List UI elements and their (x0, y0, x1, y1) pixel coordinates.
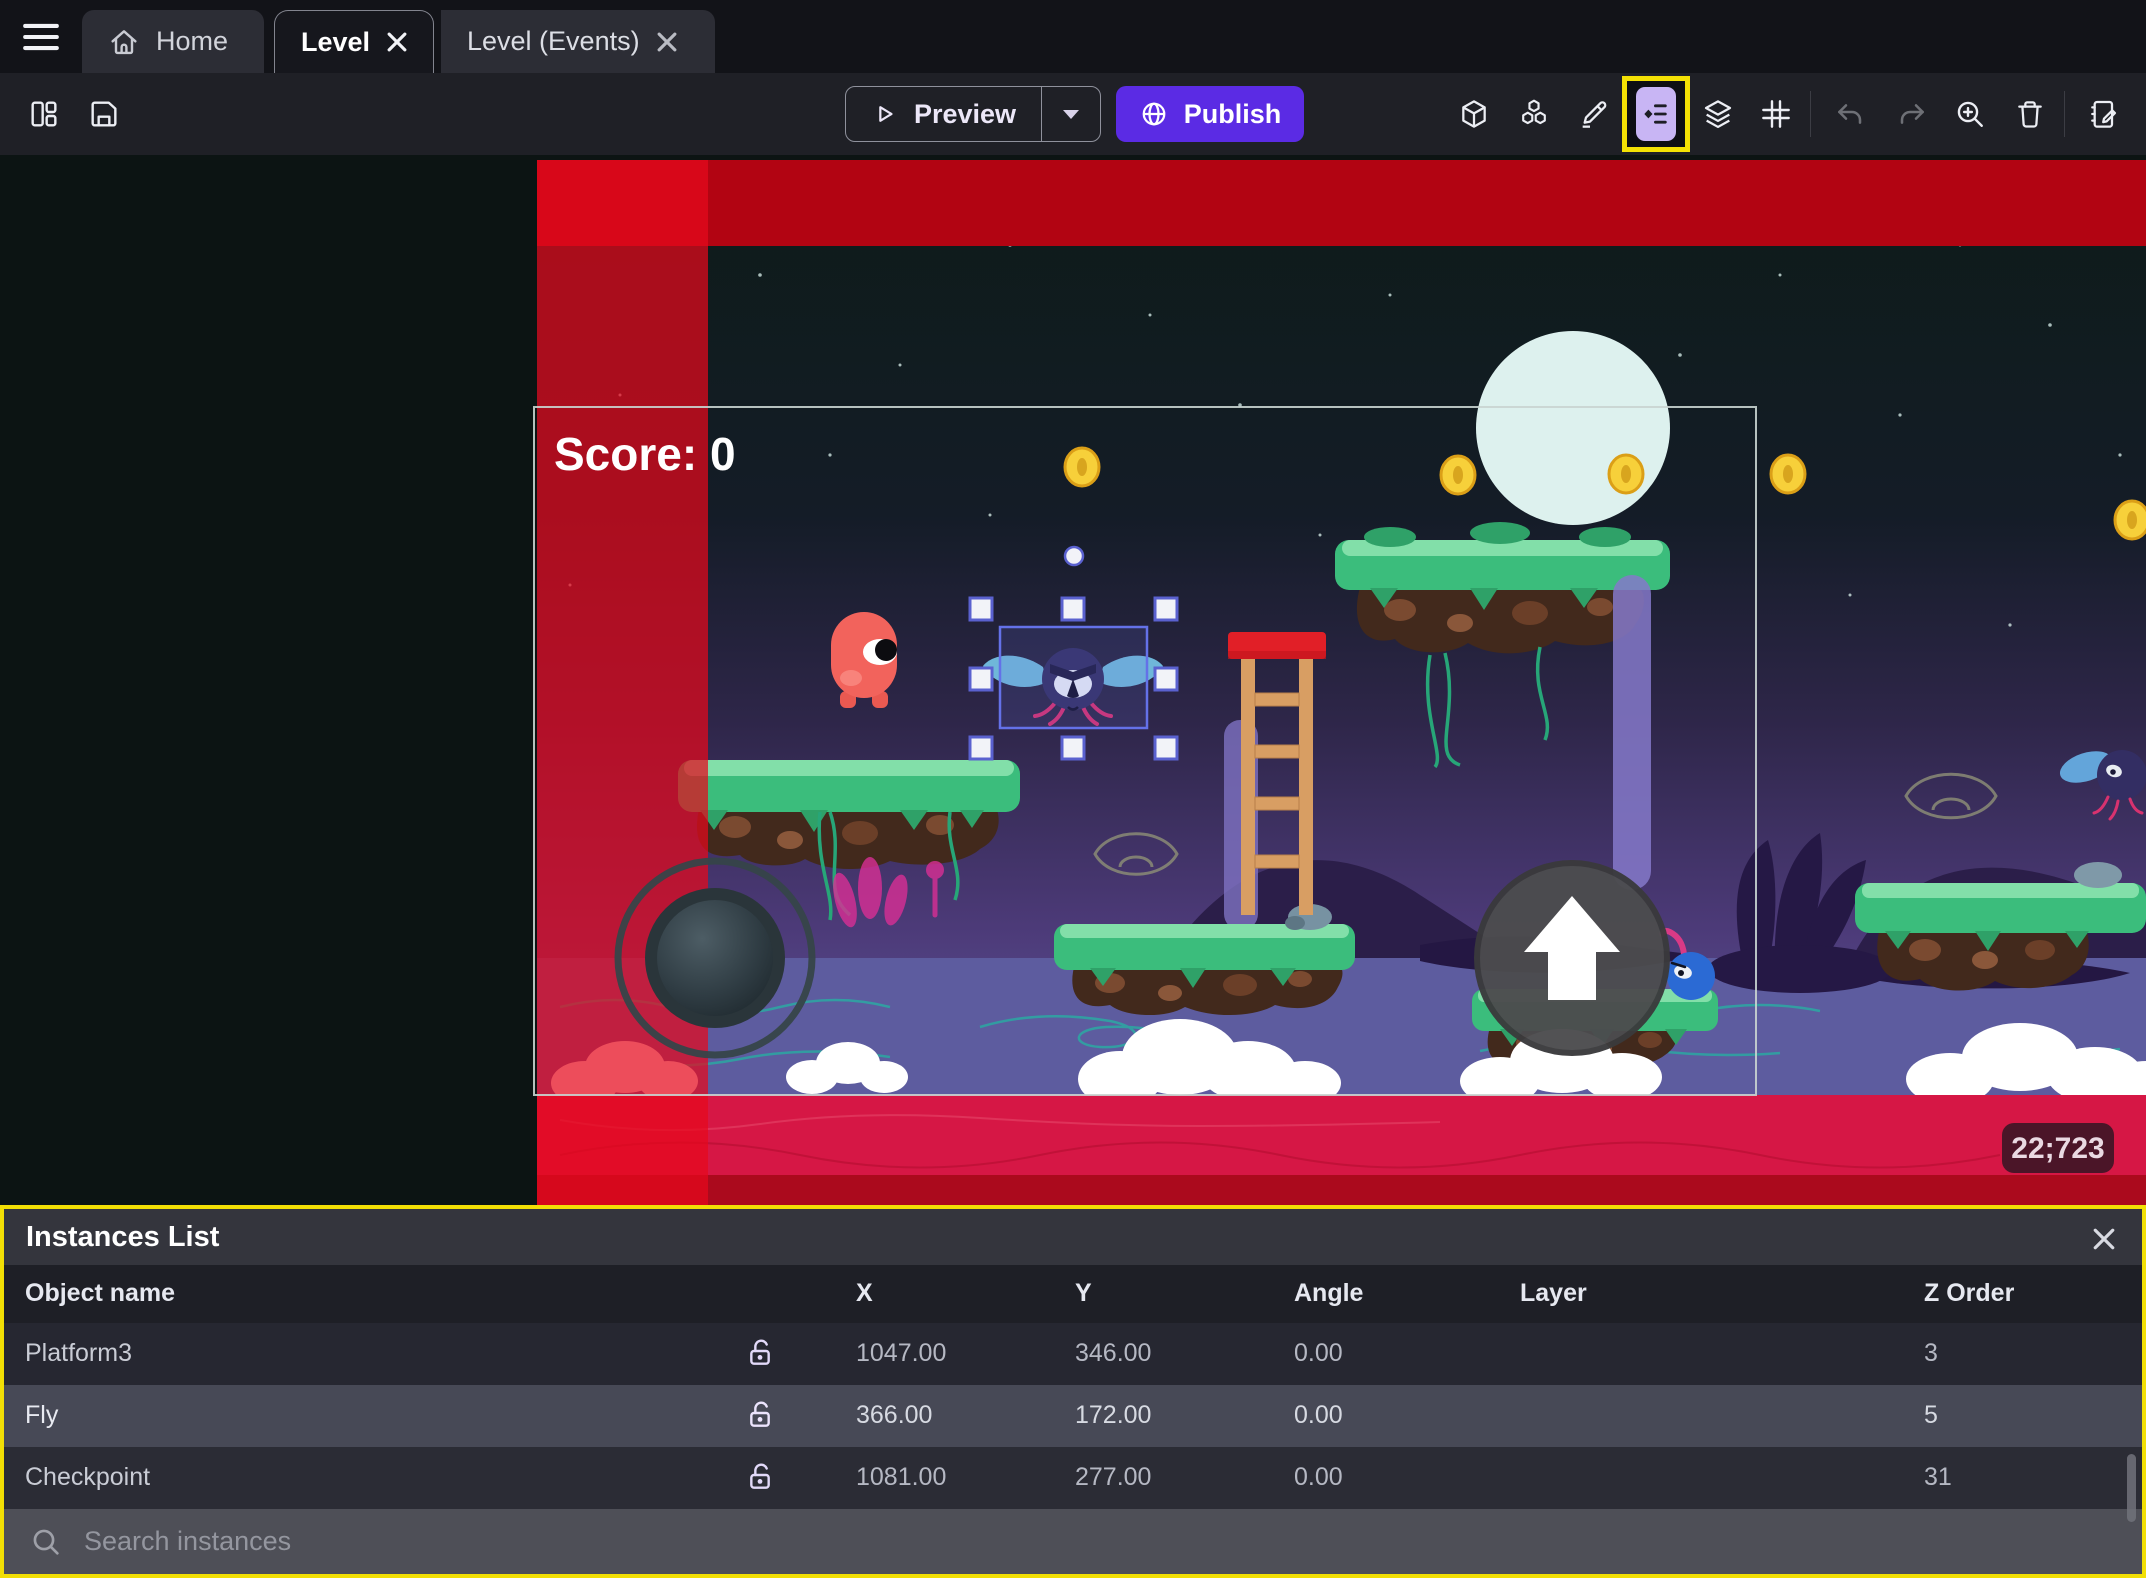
instances-panel-title: Instances List (26, 1220, 220, 1253)
lock-open-icon[interactable] (744, 1399, 776, 1431)
tab-bar: Home Level Level (Events) (0, 0, 2146, 73)
object-3d-icon[interactable] (1450, 90, 1498, 138)
scene-canvas-svg: Score: 0 22;723 (0, 155, 2146, 1205)
instance-name: Platform3 (25, 1339, 132, 1367)
hamburger-menu-icon[interactable] (18, 15, 64, 59)
table-row[interactable]: Checkpoint 1081.00 277.00 0.00 31 (4, 1447, 2142, 1509)
coin (1769, 453, 1807, 495)
column-object-name[interactable]: Object name (25, 1279, 175, 1308)
publish-label: Publish (1183, 98, 1282, 129)
undo-icon[interactable] (1826, 90, 1874, 138)
objects-stack-icon[interactable] (1510, 90, 1558, 138)
cell-x: 366.00 (856, 1401, 933, 1429)
instances-panel-header: Instances List (4, 1209, 2142, 1265)
tab-level-events-label: Level (Events) (467, 26, 640, 56)
column-x[interactable]: X (856, 1279, 873, 1308)
play-icon (871, 100, 899, 128)
tab-level-events[interactable]: Level (Events) (441, 10, 715, 73)
column-y[interactable]: Y (1075, 1279, 1092, 1308)
scrollbar-thumb[interactable] (2127, 1454, 2136, 1522)
cell-z-order: 3 (1924, 1339, 1938, 1367)
instances-list-icon[interactable] (1622, 76, 1690, 152)
column-angle[interactable]: Angle (1294, 1279, 1363, 1308)
divider (1810, 91, 1811, 137)
redo-icon[interactable] (1888, 90, 1936, 138)
cell-angle: 0.00 (1294, 1339, 1343, 1367)
globe-icon (1139, 99, 1169, 129)
coordinates-badge-text: 22;723 (2011, 1132, 2104, 1165)
instance-name: Fly (25, 1401, 59, 1429)
grid-icon[interactable] (1752, 90, 1800, 138)
cell-z-order: 5 (1924, 1401, 1938, 1429)
search-input[interactable] (84, 1526, 1684, 1557)
scene-editor-canvas[interactable]: Score: 0 22;723 (0, 155, 2146, 1205)
rotate-handle (1063, 545, 1085, 567)
moon[interactable] (1476, 331, 1670, 525)
cell-angle: 0.00 (1294, 1463, 1343, 1491)
cell-x: 1081.00 (856, 1463, 947, 1491)
coordinates-badge: 22;723 (2002, 1123, 2114, 1173)
cell-x: 1047.00 (856, 1339, 947, 1367)
editor-toolbar: Preview Publish (0, 73, 2146, 155)
tab-level[interactable]: Level (274, 10, 434, 73)
zoom-in-icon[interactable] (1946, 90, 1994, 138)
tab-home[interactable]: Home (82, 10, 264, 73)
instances-panel: Instances List Object name X Y Angle Lay… (0, 1205, 2146, 1578)
coin (1607, 453, 1645, 495)
search-bar (4, 1509, 2142, 1574)
close-icon[interactable] (386, 31, 408, 53)
cell-y: 172.00 (1075, 1401, 1152, 1429)
trash-icon[interactable] (2006, 90, 2054, 138)
layout-panels-icon[interactable] (20, 90, 68, 138)
coin (1063, 446, 1101, 488)
home-icon (108, 26, 140, 58)
score-text: Score: 0 (554, 428, 736, 480)
close-icon[interactable] (656, 31, 678, 53)
column-layer[interactable]: Layer (1520, 1279, 1587, 1308)
publish-button[interactable]: Publish (1116, 86, 1304, 142)
joystick-control[interactable] (614, 857, 816, 1059)
layers-icon[interactable] (1694, 90, 1742, 138)
cell-angle: 0.00 (1294, 1401, 1343, 1429)
edit-pencil-icon[interactable] (1570, 90, 1618, 138)
tab-home-label: Home (156, 26, 229, 56)
column-z-order[interactable]: Z Order (1924, 1279, 2014, 1308)
search-icon (30, 1526, 62, 1558)
waterfall (1613, 575, 1651, 890)
cell-z-order: 31 (1924, 1463, 1952, 1491)
jump-button[interactable] (1474, 860, 1670, 1056)
close-icon[interactable] (2086, 1221, 2122, 1257)
table-row-selected[interactable]: Fly 366.00 172.00 0.00 5 (4, 1385, 2142, 1447)
coin (1439, 454, 1477, 496)
chevron-down-icon[interactable] (1042, 87, 1100, 141)
instances-table-header: Object name X Y Angle Layer Z Order (4, 1265, 2142, 1323)
red-strip-bottom-dark (537, 1175, 2146, 1205)
instance-name: Checkpoint (25, 1463, 151, 1491)
preview-label: Preview (913, 98, 1017, 129)
lock-open-icon[interactable] (744, 1461, 776, 1493)
notebook-edit-icon[interactable] (2080, 90, 2128, 138)
table-row[interactable]: Platform3 1047.00 346.00 0.00 3 (4, 1323, 2142, 1385)
coin (2113, 499, 2146, 541)
red-strip-bottom[interactable] (537, 1095, 2146, 1175)
tab-level-label: Level (301, 26, 371, 57)
cell-y: 346.00 (1075, 1339, 1152, 1367)
divider (2064, 91, 2065, 137)
cell-y: 277.00 (1075, 1463, 1152, 1491)
red-strip-top[interactable] (537, 160, 2146, 246)
save-icon[interactable] (80, 90, 128, 138)
lock-open-icon[interactable] (744, 1337, 776, 1369)
preview-button[interactable]: Preview (845, 86, 1101, 142)
level-editor-app: Home Level Level (Events) Preview Publis… (0, 0, 2146, 1578)
instances-list-icon-glyph (1636, 87, 1676, 141)
